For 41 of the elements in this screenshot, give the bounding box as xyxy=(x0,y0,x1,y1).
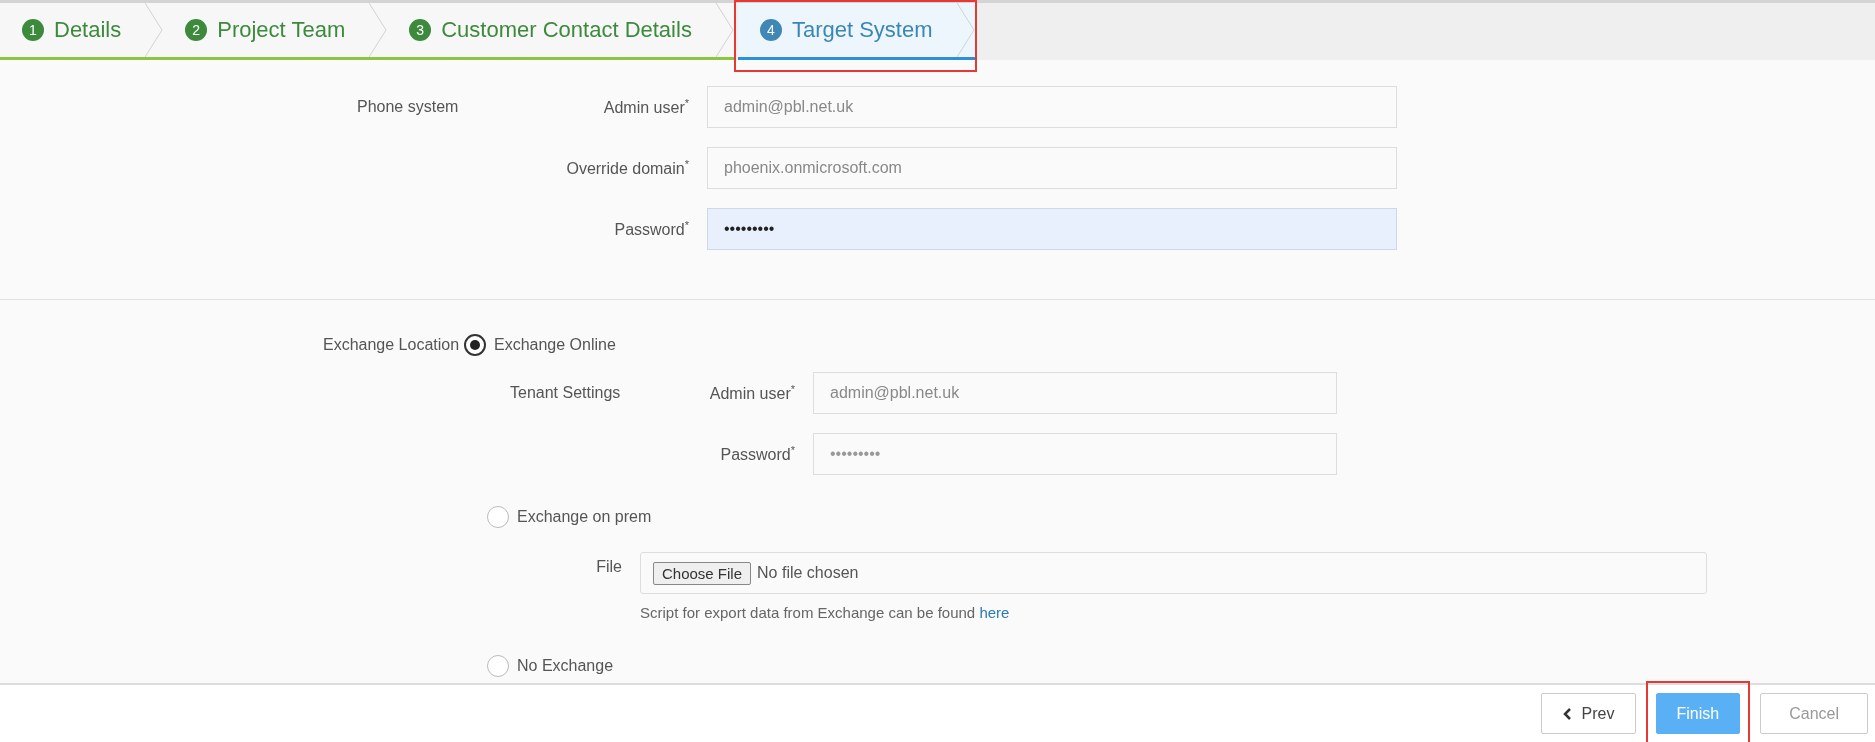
here-link[interactable]: here xyxy=(979,604,1010,621)
finish-button[interactable]: Finish xyxy=(1655,693,1741,734)
field-label: Admin user$^{*}$ xyxy=(708,382,796,404)
wizard-step-tab[interactable]: 2 Project Team xyxy=(163,3,388,60)
chevron-left-icon xyxy=(1561,706,1572,721)
field-label: Override domain$^{*}$ xyxy=(565,157,690,179)
wizard-step-tab[interactable]: 3 Customer Contact Details xyxy=(387,3,734,60)
file-input[interactable]: Choose File No file chosen xyxy=(640,552,1707,594)
field-label: File xyxy=(595,557,623,576)
field-label: Password$^{*}$ xyxy=(719,443,796,465)
text-field[interactable]: admin@pbl.net.uk xyxy=(707,86,1397,128)
radio-option[interactable]: Exchange Online xyxy=(464,334,616,356)
choose-file-button[interactable]: Choose File xyxy=(653,561,752,585)
radio-option[interactable]: No Exchange xyxy=(487,655,614,677)
section-label: Exchange Location xyxy=(322,336,461,354)
field-label: Admin user$^{*}$ xyxy=(602,96,690,118)
section-label: Phone system xyxy=(356,98,460,116)
step-number: 4 xyxy=(759,19,782,41)
text-field[interactable]: admin@pbl.net.uk xyxy=(813,372,1337,414)
wizard-step-tab[interactable]: 4 Target System xyxy=(737,3,975,60)
chevron-divider-icon xyxy=(369,3,388,57)
step-number: 3 xyxy=(409,19,432,41)
step-number: 2 xyxy=(185,19,208,41)
help-text: Script for export data from Exchange can be found here xyxy=(640,604,1011,621)
group-label: Tenant Settings xyxy=(510,384,622,402)
password-field[interactable]: ••••••••• xyxy=(813,433,1337,475)
text-field[interactable]: phoenix.onmicrosoft.com xyxy=(707,147,1397,189)
radio-button[interactable] xyxy=(487,506,509,528)
field-label: Password$^{*}$ xyxy=(613,218,690,240)
prev-button[interactable]: Prev xyxy=(1540,693,1636,734)
radio-option[interactable]: Exchange on prem xyxy=(487,506,652,528)
radio-button[interactable] xyxy=(487,655,509,677)
cancel-button[interactable]: Cancel xyxy=(1760,693,1868,734)
wizard-step-tab[interactable]: 1 Details xyxy=(0,3,164,60)
password-field[interactable]: ••••••••• xyxy=(707,208,1397,250)
step-number: 1 xyxy=(22,19,44,41)
chevron-divider-icon xyxy=(956,3,975,57)
chevron-divider-icon xyxy=(145,3,164,57)
chevron-divider-icon xyxy=(715,3,734,57)
radio-button[interactable] xyxy=(464,334,486,356)
file-status: No file chosen xyxy=(757,564,859,582)
